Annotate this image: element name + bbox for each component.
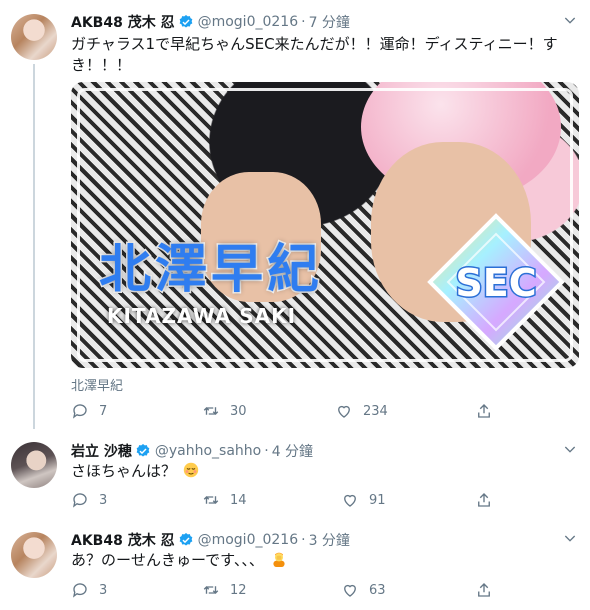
like-button[interactable]: 91 — [341, 491, 386, 509]
tweet-text-line: き！！！ — [71, 56, 132, 74]
tweet-text: あ？のーせんきゅーです、、、 — [71, 551, 264, 569]
reply-count: 7 — [99, 403, 108, 419]
display-name[interactable]: AKB48 茂木 忍 — [71, 530, 175, 550]
avatar[interactable] — [11, 532, 57, 578]
tweet-text: ガチャラス1で早紀ちゃんSEC来たんだが！！運命！ディスティニー！す き！！！ — [71, 34, 558, 76]
retweet-icon — [203, 586, 219, 594]
like-count: 234 — [363, 403, 388, 419]
like-icon — [338, 405, 350, 418]
chevron-down-icon[interactable] — [562, 530, 578, 546]
tweet-actions: 3 12 63 — [71, 581, 571, 601]
tweet-1[interactable]: AKB48 茂木 忍 @mogi0_0216 · 7 分鐘 ガチャラス1で早紀ち… — [0, 0, 590, 430]
like-button[interactable]: 63 — [341, 581, 386, 599]
timestamp[interactable]: 4 分鐘 — [272, 441, 313, 461]
reply-icon — [72, 493, 87, 508]
reply-button[interactable]: 3 — [71, 491, 107, 509]
like-icon — [344, 584, 356, 597]
retweet-count: 14 — [230, 492, 247, 508]
retweet-count: 12 — [230, 582, 247, 598]
chevron-down-icon[interactable] — [562, 12, 578, 28]
handle[interactable]: @yahho_sahho — [155, 443, 261, 459]
retweet-button[interactable]: 12 — [202, 581, 247, 599]
avatar[interactable] — [11, 442, 57, 488]
tweet-text-wrap: さほちゃんは？ — [71, 461, 199, 482]
reply-count: 3 — [99, 492, 108, 508]
separator-dot: · — [301, 532, 306, 548]
relieved-face-emoji-icon — [183, 462, 198, 478]
reply-button[interactable]: 7 — [71, 402, 107, 420]
share-icon — [478, 493, 490, 507]
share-icon — [478, 404, 490, 418]
share-button[interactable] — [475, 402, 503, 420]
media-name-jp: 北澤早紀 — [97, 239, 324, 302]
thread-line — [33, 64, 35, 429]
retweet-icon — [203, 496, 219, 504]
separator-dot: · — [301, 14, 306, 30]
share-button[interactable] — [475, 491, 503, 509]
verified-icon — [179, 533, 192, 546]
verified-icon — [179, 15, 192, 28]
media-caption[interactable]: 北澤早紀 — [71, 375, 123, 394]
reply-icon — [72, 404, 87, 419]
display-name[interactable]: 岩立 沙穂 — [71, 441, 132, 461]
tweet-header: AKB48 茂木 忍 @mogi0_0216 · 3 分鐘 — [71, 530, 350, 550]
tweet-text-wrap: あ？のーせんきゅーです、、、 — [71, 550, 287, 571]
like-count: 91 — [369, 492, 386, 508]
retweet-count: 30 — [230, 403, 247, 419]
separator-dot: · — [264, 443, 269, 459]
share-button[interactable] — [475, 581, 503, 599]
display-name[interactable]: AKB48 茂木 忍 — [71, 12, 175, 32]
retweet-icon — [203, 407, 219, 415]
tweet-actions: 3 14 91 — [71, 491, 571, 511]
chevron-down-icon[interactable] — [562, 441, 578, 457]
retweet-button[interactable]: 14 — [202, 491, 247, 509]
sec-badge-label: SEC — [455, 261, 536, 305]
media-name-en: KITAZAWA SAKI — [107, 304, 297, 328]
retweet-button[interactable]: 30 — [202, 402, 247, 420]
like-count: 63 — [369, 582, 386, 598]
reply-button[interactable]: 3 — [71, 581, 107, 599]
verified-icon — [136, 444, 150, 457]
tweet-header: AKB48 茂木 忍 @mogi0_0216 · 7 分鐘 — [71, 12, 350, 32]
handle[interactable]: @mogi0_0216 — [198, 532, 299, 548]
tweet-text: さほちゃんは？ — [71, 462, 177, 480]
person-facepalming-emoji-icon — [273, 552, 285, 567]
reply-count: 3 — [99, 582, 108, 598]
handle[interactable]: @mogi0_0216 — [198, 14, 299, 30]
like-icon — [344, 494, 356, 507]
share-icon — [478, 583, 490, 597]
avatar[interactable] — [11, 14, 57, 60]
tweet-text-line: ガチャラス1で早紀ちゃんSEC来たんだが！！運命！ディスティニー！す — [71, 35, 558, 53]
timestamp[interactable]: 3 分鐘 — [309, 530, 350, 550]
timestamp[interactable]: 7 分鐘 — [309, 12, 350, 32]
tweet-media[interactable]: 北澤早紀 KITAZAWA SAKI SEC — [71, 82, 579, 368]
reply-icon — [72, 583, 87, 598]
tweet-3[interactable]: AKB48 茂木 忍 @mogi0_0216 · 3 分鐘 あ？のーせんきゅーで… — [0, 520, 590, 610]
tweet-header: 岩立 沙穂 @yahho_sahho · 4 分鐘 — [71, 441, 313, 461]
tweet-2[interactable]: 岩立 沙穂 @yahho_sahho · 4 分鐘 さほちゃんは？ 3 14 9… — [0, 430, 590, 520]
tweet-actions: 7 30 234 — [71, 402, 571, 422]
sec-badge: SEC — [427, 213, 565, 351]
like-button[interactable]: 234 — [335, 402, 388, 420]
